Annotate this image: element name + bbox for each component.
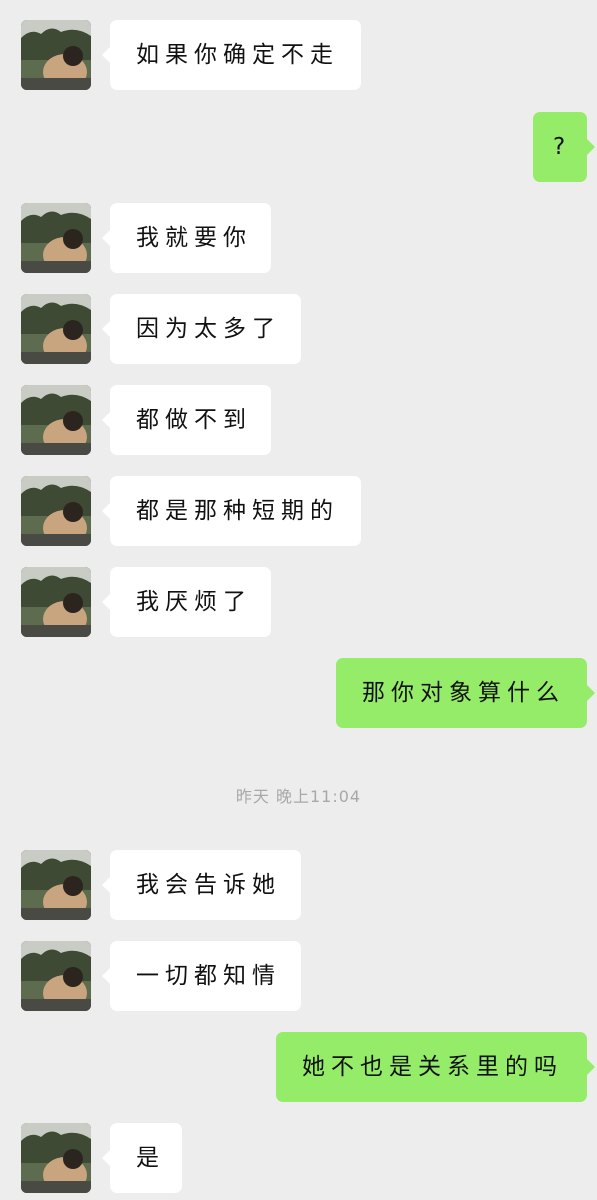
contact-avatar[interactable] bbox=[21, 203, 91, 273]
contact-avatar[interactable] bbox=[21, 941, 91, 1011]
message-bubble[interactable]: 那你对象算什么 bbox=[336, 658, 595, 728]
message-bubble[interactable]: ? bbox=[533, 112, 595, 182]
message-bubble[interactable]: 她不也是关系里的吗 bbox=[276, 1032, 595, 1102]
chat-timestamp: 昨天 晚上11:04 bbox=[235, 787, 362, 806]
chat-message-list[interactable]: 如果你确定不走 ? 我就要你 因为太多了 都做不到 都是那种短期的 我厌烦了 那… bbox=[0, 0, 597, 1200]
contact-avatar[interactable] bbox=[21, 850, 91, 920]
message-bubble[interactable]: 我会告诉她 bbox=[102, 850, 301, 920]
message-bubble[interactable]: 都是那种短期的 bbox=[102, 476, 361, 546]
contact-avatar[interactable] bbox=[21, 294, 91, 364]
message-bubble[interactable]: 因为太多了 bbox=[102, 294, 301, 364]
contact-avatar[interactable] bbox=[21, 1123, 91, 1193]
message-bubble[interactable]: 一切都知情 bbox=[102, 941, 301, 1011]
message-bubble[interactable]: 都做不到 bbox=[102, 385, 271, 455]
contact-avatar[interactable] bbox=[21, 385, 91, 455]
contact-avatar[interactable] bbox=[21, 476, 91, 546]
message-bubble[interactable]: 我就要你 bbox=[102, 203, 271, 273]
contact-avatar[interactable] bbox=[21, 20, 91, 90]
contact-avatar[interactable] bbox=[21, 567, 91, 637]
message-bubble[interactable]: 如果你确定不走 bbox=[102, 20, 361, 90]
message-bubble[interactable]: 是 bbox=[102, 1123, 182, 1193]
message-bubble[interactable]: 我厌烦了 bbox=[102, 567, 271, 637]
